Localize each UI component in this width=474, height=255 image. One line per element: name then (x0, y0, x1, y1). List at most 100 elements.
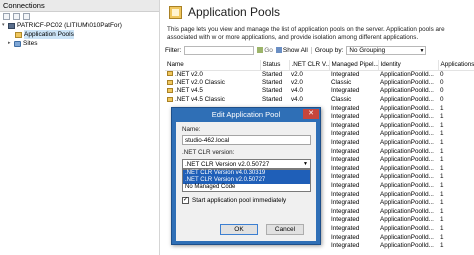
cell-identity: ApplicationPoolId... (380, 233, 434, 241)
go-button[interactable]: Go (257, 47, 273, 54)
dropdown-option[interactable]: .NET CLR Version v4.0.30319 (183, 170, 310, 177)
close-icon: ✕ (308, 110, 314, 117)
dialog-titlebar[interactable]: Edit Application Pool ✕ (172, 108, 320, 122)
connect-icon[interactable] (3, 13, 10, 20)
clr-version-dropdown: .NET CLR Version v4.0.30319 .NET CLR Ver… (182, 169, 311, 192)
table-row[interactable]: .NET v2.0 Classic Started v2.0 Classic Appli… (165, 79, 474, 88)
table-header-row: Name Status .NET CLR V... Managed Pipel.… (165, 60, 474, 71)
ok-button[interactable]: OK (220, 224, 258, 235)
cell-identity: ApplicationPoolId... (380, 190, 434, 198)
clr-version-value: .NET CLR Version v2.0.50727 (185, 161, 270, 168)
cell-identity: ApplicationPoolId... (380, 242, 434, 250)
app-pool-icon (167, 88, 173, 94)
cell-identity: ApplicationPoolId... (380, 104, 434, 112)
filter-bar: Filter: Go Show All Group by: No Groupin… (165, 44, 474, 56)
cell-pipeline: Integrated (331, 242, 360, 250)
cell-name: .NET v2.0 Classic (165, 79, 260, 88)
column-header-pipeline[interactable]: Managed Pipel... (329, 60, 379, 71)
cell-pipeline: Integrated (331, 182, 360, 190)
pool-name: .NET v4.5 (175, 87, 203, 95)
refresh-icon[interactable] (23, 13, 30, 20)
cell-identity: ApplicationPoolId... (380, 70, 434, 78)
page-header: Application Pools (169, 2, 280, 22)
tree-item-server[interactable]: ▾ PATRICF-PC02 (LITIUM\010PatFor) (0, 21, 159, 30)
cell-identity: ApplicationPoolId... (380, 87, 434, 95)
cell-identity: ApplicationPoolId... (380, 164, 434, 172)
cell-identity: ApplicationPoolId... (380, 113, 434, 121)
cell-name: .NET v4.5 (165, 87, 260, 96)
start-immediately-checkbox[interactable]: ✓ (182, 197, 189, 204)
column-header-name[interactable]: Name (165, 60, 261, 71)
cell-identity: ApplicationPoolId... (380, 216, 434, 224)
cell-pipeline: Integrated (331, 190, 360, 198)
table-row[interactable]: .NET v4.5 Started v4.0 Integrated Applicatio… (165, 87, 474, 96)
table-row[interactable]: .NET v2.0 Started v2.0 Integrated Applicatio… (165, 70, 474, 79)
filter-label: Filter: (165, 46, 182, 54)
cell-applications: 0 (440, 87, 444, 95)
clr-version-select[interactable]: .NET CLR Version v2.0.50727 ▼ (182, 159, 311, 169)
edit-app-pool-dialog: Edit Application Pool ✕ Name: studio-462… (171, 107, 321, 245)
column-header-status[interactable]: Status (260, 60, 290, 71)
show-all-button[interactable]: Show All (275, 47, 308, 54)
cell-applications: 1 (440, 156, 444, 164)
cell-identity: ApplicationPoolId... (380, 173, 434, 181)
cell-status: Started (262, 87, 283, 95)
name-field[interactable]: studio-462.local (182, 135, 311, 145)
column-header-identity[interactable]: Identity (378, 60, 439, 71)
collapse-icon[interactable]: ▾ (2, 21, 7, 30)
cell-applications: 1 (440, 130, 444, 138)
cell-applications: 1 (440, 147, 444, 155)
cell-identity: ApplicationPoolId... (380, 139, 434, 147)
dropdown-option[interactable]: .NET CLR Version v2.0.50727 (183, 177, 310, 184)
column-header-applications[interactable]: Applications (438, 60, 474, 71)
cell-applications: 1 (440, 207, 444, 215)
cell-pipeline: Classic (331, 78, 352, 86)
app-pool-icon (167, 96, 173, 102)
server-icon (8, 22, 15, 29)
cell-identity: ApplicationPoolId... (380, 224, 434, 232)
chevron-down-icon: ▼ (419, 47, 425, 54)
group-by-label: Group by: (310, 46, 343, 54)
cell-name: .NET v4.5 Classic (165, 96, 260, 105)
app-pools-icon (15, 31, 22, 38)
tree-item-sites[interactable]: ▸ Sites (0, 39, 159, 48)
cell-applications: 0 (440, 70, 444, 78)
dropdown-option[interactable]: No Managed Code (183, 184, 310, 191)
cell-pipeline: Integrated (331, 233, 360, 241)
tree-item-application-pools[interactable]: Application Pools (0, 30, 159, 39)
cell-applications: 0 (440, 78, 444, 86)
tree-item-label: Application Pools (24, 30, 74, 39)
dialog-body: Name: studio-462.local .NET CLR version:… (176, 122, 316, 241)
cell-pipeline: Integrated (331, 139, 360, 147)
cell-applications: 1 (440, 121, 444, 129)
cancel-button[interactable]: Cancel (266, 224, 304, 235)
table-row[interactable]: .NET v4.5 Classic Started v4.0 Classic Appli… (165, 96, 474, 105)
cell-applications: 1 (440, 173, 444, 181)
save-icon[interactable] (13, 13, 20, 20)
start-immediately-row: ✓ Start application pool immediately (182, 197, 286, 204)
cell-name: .NET v2.0 (165, 70, 260, 79)
go-icon (257, 47, 264, 53)
cell-pipeline: Integrated (331, 70, 360, 78)
group-by-select[interactable]: No Grouping ▼ (346, 45, 427, 55)
cell-pipeline: Integrated (331, 207, 360, 215)
cell-identity: ApplicationPoolId... (380, 147, 434, 155)
expand-icon[interactable]: ▸ (8, 39, 13, 48)
cell-status: Started (262, 96, 283, 104)
column-header-clr[interactable]: .NET CLR V... (289, 60, 330, 71)
cell-pipeline: Integrated (331, 87, 360, 95)
cell-pipeline: Integrated (331, 147, 360, 155)
cell-pipeline: Integrated (331, 224, 360, 232)
cell-applications: 1 (440, 139, 444, 147)
cell-identity: ApplicationPoolId... (380, 78, 434, 86)
dialog-title: Edit Application Pool (211, 110, 281, 119)
cell-pipeline: Integrated (331, 216, 360, 224)
close-button[interactable]: ✕ (303, 109, 319, 119)
show-all-icon (275, 47, 282, 53)
cell-clr: v4.0 (291, 87, 303, 95)
connections-toolbar (0, 12, 159, 21)
group-by-value: No Grouping (349, 46, 386, 54)
cell-applications: 1 (440, 104, 444, 112)
name-label: Name: (182, 126, 201, 133)
filter-input[interactable] (184, 45, 255, 55)
